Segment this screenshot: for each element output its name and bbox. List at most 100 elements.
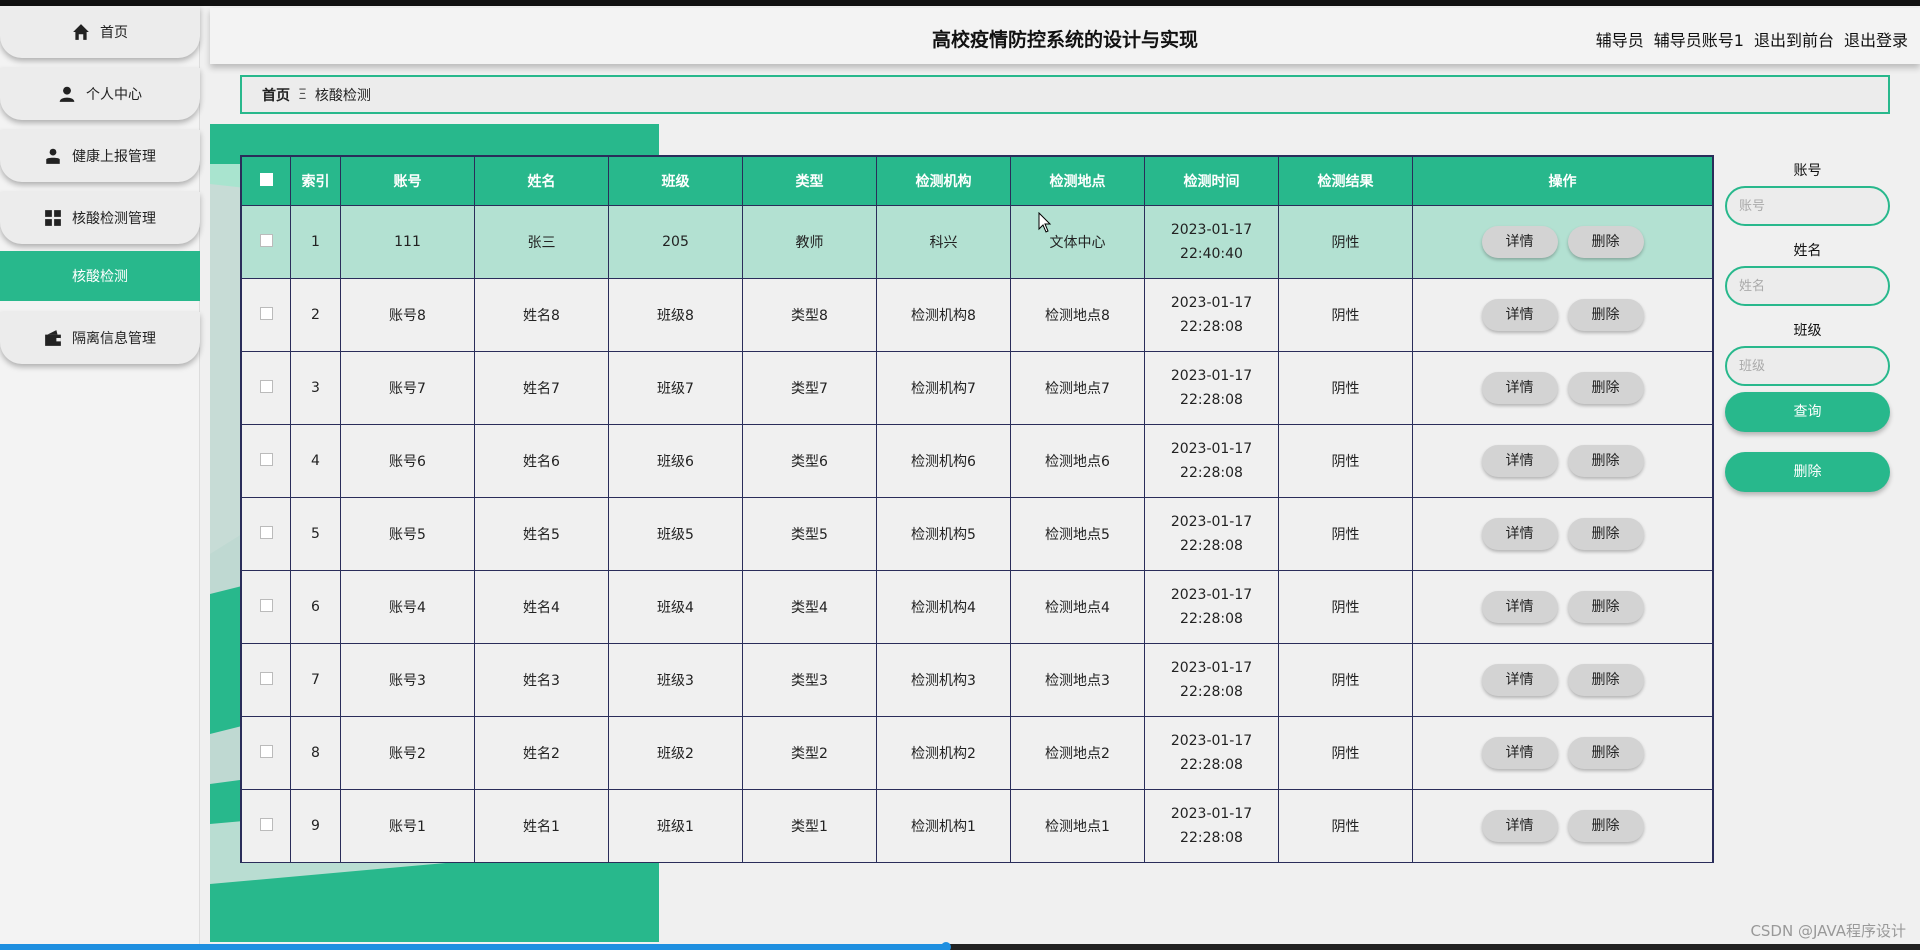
table-row[interactable]: 4 账号6 姓名6 班级6 类型6 检测机构6 检测地点6 2023-01-17… [241, 424, 1713, 498]
logout-link[interactable]: 退出登录 [1844, 27, 1908, 51]
cell-result: 阴性 [1278, 424, 1413, 498]
delete-row-button[interactable]: 删除 [1567, 810, 1644, 842]
detail-button[interactable]: 详情 [1481, 518, 1558, 550]
cell-account: 账号4 [340, 570, 475, 644]
header-user-area: 辅导员 辅导员账号1 退出到前台 退出登录 [1596, 27, 1908, 51]
cell-place: 检测地点8 [1010, 278, 1145, 352]
detail-button[interactable]: 详情 [1481, 445, 1558, 477]
detail-button[interactable]: 详情 [1481, 299, 1558, 331]
table-row[interactable]: 7 账号3 姓名3 班级3 类型3 检测机构3 检测地点3 2023-01-17… [241, 643, 1713, 717]
detail-button[interactable]: 详情 [1481, 737, 1558, 769]
cell-place: 文体中心 [1010, 205, 1145, 279]
cell-index: 9 [290, 789, 341, 863]
row-checkbox[interactable] [259, 306, 273, 320]
cell-result: 阴性 [1278, 278, 1413, 352]
cell-index: 3 [290, 351, 341, 425]
table-row[interactable]: 6 账号4 姓名4 班级4 类型4 检测机构4 检测地点4 2023-01-17… [241, 570, 1713, 644]
sidebar-item-quarantine[interactable]: 隔离信息管理 [0, 312, 200, 364]
cell-name: 张三 [474, 205, 609, 279]
delete-row-button[interactable]: 删除 [1567, 372, 1644, 404]
delete-row-button[interactable]: 删除 [1567, 737, 1644, 769]
sidebar-item-health-report[interactable]: 健康上报管理 [0, 130, 200, 182]
row-checkbox[interactable] [259, 598, 273, 612]
cell-account: 账号1 [340, 789, 475, 863]
cell-time: 2023-01-17 22:28:08 [1144, 424, 1279, 498]
progress-knob[interactable] [941, 942, 951, 950]
cell-type: 类型3 [742, 643, 877, 717]
class-search-input[interactable] [1725, 346, 1890, 386]
select-all-checkbox[interactable] [259, 172, 273, 186]
column-header: 姓名 [474, 156, 609, 206]
row-checkbox[interactable] [259, 671, 273, 685]
cell-result: 阴性 [1278, 716, 1413, 790]
cell-class: 205 [608, 205, 743, 279]
delete-row-button[interactable]: 删除 [1567, 518, 1644, 550]
cell-time: 2023-01-17 22:28:08 [1144, 716, 1279, 790]
delete-row-button[interactable]: 删除 [1567, 226, 1644, 258]
sidebar-item-nucleic-management[interactable]: 核酸检测管理 [0, 192, 200, 244]
row-checkbox[interactable] [259, 452, 273, 466]
column-header: 检测机构 [876, 156, 1011, 206]
detail-button[interactable]: 详情 [1481, 372, 1558, 404]
delete-row-button[interactable]: 删除 [1567, 591, 1644, 623]
row-checkbox[interactable] [259, 744, 273, 758]
row-checkbox[interactable] [259, 379, 273, 393]
table-row[interactable]: 2 账号8 姓名8 班级8 类型8 检测机构8 检测地点8 2023-01-17… [241, 278, 1713, 352]
row-checkbox[interactable] [259, 817, 273, 831]
person-icon [59, 86, 75, 102]
cell-type: 类型6 [742, 424, 877, 498]
cell-account: 账号2 [340, 716, 475, 790]
cell-time: 2023-01-17 22:28:08 [1144, 497, 1279, 571]
table-row[interactable]: 5 账号5 姓名5 班级5 类型5 检测机构5 检测地点5 2023-01-17… [241, 497, 1713, 571]
cell-type: 类型8 [742, 278, 877, 352]
row-checkbox[interactable] [259, 525, 273, 539]
table-row[interactable]: 1 111 张三 205 教师 科兴 文体中心 2023-01-17 22:40… [241, 205, 1713, 279]
table-row[interactable]: 3 账号7 姓名7 班级7 类型7 检测机构7 检测地点7 2023-01-17… [241, 351, 1713, 425]
detail-button[interactable]: 详情 [1481, 226, 1558, 258]
delete-row-button[interactable]: 删除 [1567, 299, 1644, 331]
cell-actions: 详情 删除 [1412, 497, 1713, 571]
cell-org: 检测机构7 [876, 351, 1011, 425]
row-checkbox[interactable] [259, 233, 273, 247]
cell-actions: 详情 删除 [1412, 351, 1713, 425]
table-row[interactable]: 8 账号2 姓名2 班级2 类型2 检测机构2 检测地点2 2023-01-17… [241, 716, 1713, 790]
delete-row-button[interactable]: 删除 [1567, 664, 1644, 696]
delete-row-button[interactable]: 删除 [1567, 445, 1644, 477]
exit-to-front-link[interactable]: 退出到前台 [1754, 27, 1834, 51]
cell-account: 111 [340, 205, 475, 279]
cell-name: 姓名7 [474, 351, 609, 425]
table-row[interactable]: 9 账号1 姓名1 班级1 类型1 检测机构1 检测地点1 2023-01-17… [241, 789, 1713, 863]
cell-place: 检测地点6 [1010, 424, 1145, 498]
cell-place: 检测地点4 [1010, 570, 1145, 644]
cell-org: 检测机构3 [876, 643, 1011, 717]
sidebar-item-nucleic-test[interactable]: 核酸检测 [0, 251, 200, 301]
row-select-cell [241, 278, 291, 352]
cell-index: 5 [290, 497, 341, 571]
cell-class: 班级4 [608, 570, 743, 644]
name-search-input[interactable] [1725, 266, 1890, 306]
row-select-cell [241, 497, 291, 571]
mouse-cursor-icon [1038, 212, 1052, 233]
cell-class: 班级8 [608, 278, 743, 352]
detail-button[interactable]: 详情 [1481, 810, 1558, 842]
column-header: 账号 [340, 156, 475, 206]
sidebar-item-personal-center[interactable]: 个人中心 [0, 68, 200, 120]
row-select-cell [241, 643, 291, 717]
row-select-cell [241, 570, 291, 644]
account-search-input[interactable] [1725, 186, 1890, 226]
watermark: CSDN @JAVA程序设计 [1750, 922, 1906, 940]
select-all-header [241, 156, 291, 206]
detail-button[interactable]: 详情 [1481, 664, 1558, 696]
cell-time: 2023-01-17 22:28:08 [1144, 278, 1279, 352]
cell-org: 检测机构4 [876, 570, 1011, 644]
cell-actions: 详情 删除 [1412, 716, 1713, 790]
cell-time: 2023-01-17 22:28:08 [1144, 351, 1279, 425]
cell-name: 姓名2 [474, 716, 609, 790]
breadcrumb-home[interactable]: 首页 [262, 85, 290, 105]
batch-delete-button[interactable]: 删除 [1725, 452, 1890, 492]
progress-fill [0, 944, 946, 950]
sidebar-item-home[interactable]: 首页 [0, 6, 200, 58]
detail-button[interactable]: 详情 [1481, 591, 1558, 623]
cell-time: 2023-01-17 22:28:08 [1144, 643, 1279, 717]
query-button[interactable]: 查询 [1725, 392, 1890, 432]
